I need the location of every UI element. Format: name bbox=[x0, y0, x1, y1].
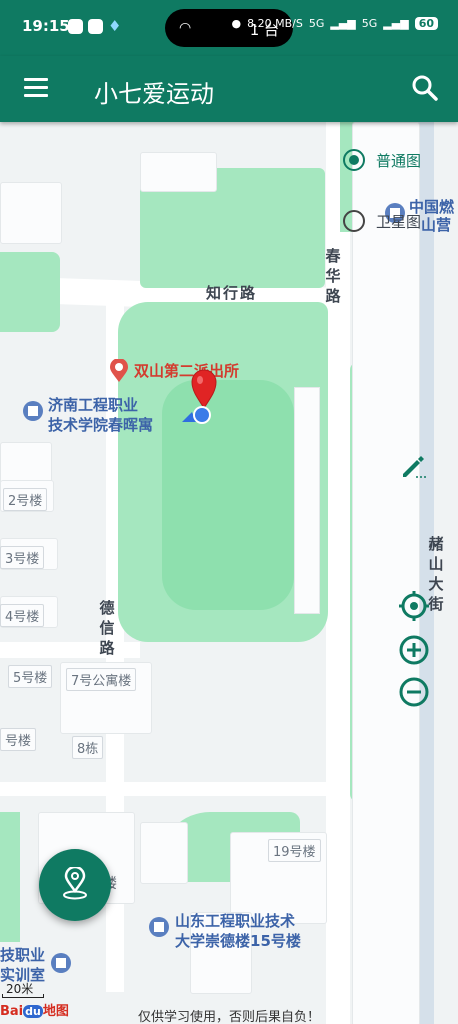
green-area bbox=[0, 252, 60, 332]
location-marker bbox=[182, 369, 217, 424]
location-fab-button[interactable] bbox=[39, 849, 111, 921]
network-speed: 8.20 MB/S bbox=[247, 17, 303, 30]
road-label-zhushan: 赭山大街 bbox=[428, 535, 444, 613]
pencil-icon[interactable] bbox=[398, 450, 430, 482]
building-label: 2号楼 bbox=[3, 488, 48, 511]
poi-label-gas-line2[interactable]: 山营 bbox=[421, 214, 451, 235]
signal-5g-2: 5G bbox=[361, 17, 378, 30]
baidu-map-logo: Bai du 地图 bbox=[0, 1004, 69, 1019]
poi-label-dorm-line2[interactable]: 技术学院春晖寓 bbox=[48, 414, 153, 435]
signal-bars-icon: ▂▄▆ bbox=[383, 17, 409, 30]
disclaimer-text: 仅供学习使用，否则后果自负！ bbox=[138, 1010, 321, 1024]
hamburger-menu-icon[interactable] bbox=[24, 78, 48, 98]
map-type-normal-label[interactable]: 普通图 bbox=[376, 150, 421, 171]
search-icon[interactable] bbox=[410, 73, 440, 103]
battery-level: 60 bbox=[414, 17, 438, 30]
building-block bbox=[0, 182, 62, 244]
building-label: 3号楼 bbox=[0, 546, 45, 569]
map-type-satellite-label[interactable]: 卫星图 bbox=[376, 211, 421, 232]
road-label-chunhua: 春华路 bbox=[325, 247, 341, 305]
app-notification-icon bbox=[88, 19, 103, 34]
signal-5g-1: 5G bbox=[308, 17, 325, 30]
road-label-zhixing: 知行路 bbox=[206, 284, 258, 302]
signal-bars-icon: ▂▄▆ bbox=[330, 17, 356, 30]
bell-icon: ♦ bbox=[108, 17, 122, 35]
building-block bbox=[140, 822, 188, 884]
map-type-normal-radio[interactable] bbox=[343, 149, 365, 171]
dorm-poi-icon[interactable] bbox=[22, 400, 44, 422]
app-notification-icon bbox=[68, 19, 83, 34]
school-poi-icon[interactable] bbox=[148, 916, 170, 938]
location-icon: ● bbox=[231, 17, 242, 30]
building-label: 8栋 bbox=[72, 736, 104, 759]
building-block bbox=[352, 122, 420, 1024]
status-bar: 19:15 ♦ ◠ 1 台 ● 8.20 MB/S 5G ▂▄▆ 5G ▂▄▆ … bbox=[0, 0, 458, 56]
road bbox=[0, 642, 140, 658]
building-label: 7号公寓楼 bbox=[66, 668, 137, 691]
lab-poi-icon[interactable] bbox=[50, 952, 72, 974]
building-label: 号楼 bbox=[0, 728, 37, 751]
building-block bbox=[0, 442, 52, 484]
police-poi-icon[interactable] bbox=[109, 359, 129, 383]
road bbox=[0, 782, 330, 796]
poi-label-dorm-line1[interactable]: 济南工程职业 bbox=[48, 394, 138, 415]
app-bar: 小七爱运动 bbox=[0, 56, 458, 122]
road-label-dexin: 德信路 bbox=[99, 599, 115, 657]
app-title: 小七爱运动 bbox=[94, 80, 214, 108]
building-block bbox=[140, 152, 217, 192]
plus-circle-icon[interactable] bbox=[398, 634, 430, 666]
field-track bbox=[294, 387, 320, 614]
scale-bar bbox=[2, 994, 44, 998]
location-pin-icon bbox=[63, 867, 87, 900]
status-time: 19:15 bbox=[22, 17, 70, 35]
map-type-satellite-radio[interactable] bbox=[343, 210, 365, 232]
building-label: 4号楼 bbox=[0, 604, 45, 627]
poi-label-school-line2[interactable]: 大学崇德楼15号楼 bbox=[175, 930, 301, 951]
status-indicators: ● 8.20 MB/S 5G ▂▄▆ 5G ▂▄▆ 60 bbox=[232, 17, 438, 30]
green-area bbox=[0, 812, 20, 942]
crosshair-icon[interactable] bbox=[398, 590, 430, 622]
poi-label-lab-line1[interactable]: 技职业 bbox=[0, 944, 45, 965]
building-label: 5号楼 bbox=[8, 665, 53, 688]
wifi-hotspot-icon: ◠ bbox=[179, 20, 192, 36]
map-view[interactable]: 知行路 春华路 德信路 赭山大街 双山第二派出所 济南工程职业 技术学院春晖寓 … bbox=[0, 122, 458, 1024]
building-label: 19号楼 bbox=[268, 839, 321, 862]
minus-circle-icon[interactable] bbox=[398, 676, 430, 708]
poi-label-school-line1[interactable]: 山东工程职业技术 bbox=[175, 910, 295, 931]
